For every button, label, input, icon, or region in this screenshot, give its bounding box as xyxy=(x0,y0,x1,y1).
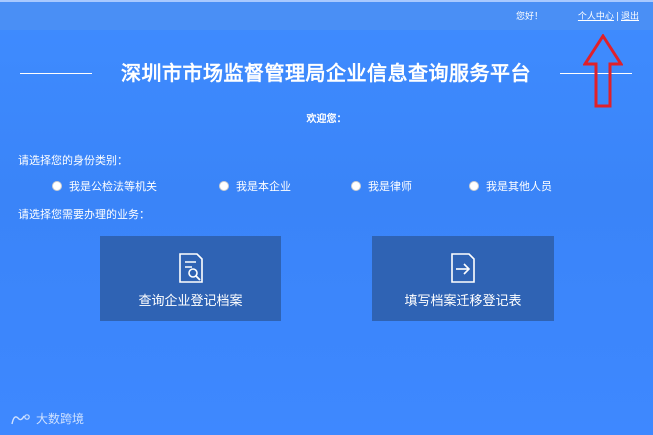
radio-enterprise[interactable]: 我是本企业 xyxy=(219,178,291,194)
fill-transfer-form-button[interactable]: 填写档案迁移登记表 xyxy=(372,236,554,321)
personal-center-link[interactable]: 个人中心 xyxy=(578,12,614,22)
fill-transfer-form-label: 填写档案迁移登记表 xyxy=(404,294,522,309)
logout-link[interactable]: 退出 xyxy=(621,12,639,22)
top-bar: 您好！ 个人中心 | 退出 xyxy=(0,0,653,30)
query-registration-archive-label: 查询企业登记档案 xyxy=(138,294,243,309)
radio-label-authority: 我是公检法等机关 xyxy=(69,180,157,193)
document-transfer-icon xyxy=(451,253,475,283)
radio-button-icon[interactable] xyxy=(351,181,361,191)
page-title: 深圳市市场监督管理局企业信息查询服务平台 xyxy=(121,61,531,85)
radio-label-other: 我是其他人员 xyxy=(486,180,552,193)
greeting-text: 您好！ xyxy=(515,12,543,22)
up-arrow-annotation-icon xyxy=(583,34,623,108)
document-search-icon xyxy=(178,253,203,283)
watermark-text: 大数跨境 xyxy=(36,412,85,426)
radio-button-icon[interactable] xyxy=(219,181,229,191)
title-row: 深圳市市场监督管理局企业信息查询服务平台 xyxy=(0,58,653,88)
identity-label: 请选择您的身份类别： xyxy=(18,154,128,167)
query-registration-archive-button[interactable]: 查询企业登记档案 xyxy=(100,236,281,321)
watermark: 大数跨境 xyxy=(10,410,84,427)
link-separator: | xyxy=(615,12,619,22)
radio-authority[interactable]: 我是公检法等机关 xyxy=(52,178,157,194)
business-label: 请选择您需要办理的业务： xyxy=(18,208,150,221)
title-divider-left xyxy=(20,73,92,74)
radio-other[interactable]: 我是其他人员 xyxy=(469,178,552,194)
welcome-text: 欢迎您： xyxy=(306,114,347,125)
radio-lawyer[interactable]: 我是律师 xyxy=(351,178,412,194)
identity-radio-group: 我是公检法等机关 我是本企业 我是律师 我是其他人员 xyxy=(0,178,653,194)
radio-button-icon[interactable] xyxy=(52,181,62,191)
top-links: 个人中心 | 退出 xyxy=(578,9,639,22)
watermark-logo-icon xyxy=(11,413,30,424)
radio-label-enterprise: 我是本企业 xyxy=(236,180,291,193)
radio-label-lawyer: 我是律师 xyxy=(368,180,412,193)
radio-button-icon[interactable] xyxy=(469,181,479,191)
